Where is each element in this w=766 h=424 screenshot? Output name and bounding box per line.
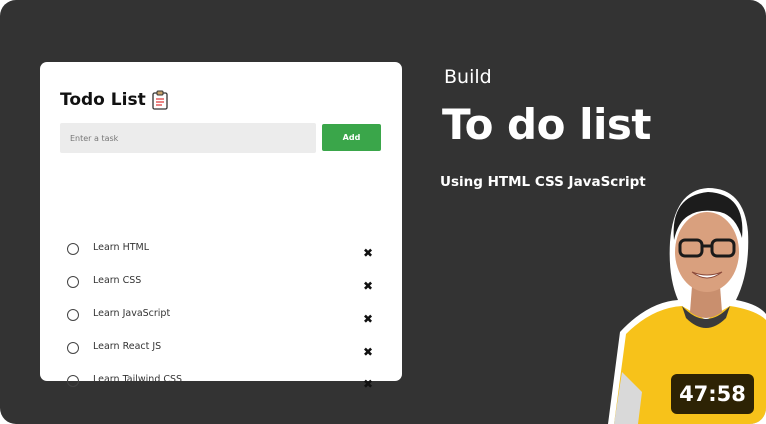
todo-item[interactable]: Learn JavaScript ✖	[67, 307, 377, 325]
todo-checkbox[interactable]	[67, 342, 79, 354]
todo-item[interactable]: Learn CSS ✖	[67, 274, 377, 292]
todo-checkbox[interactable]	[67, 243, 79, 255]
todo-label: Learn CSS	[93, 275, 142, 286]
todo-label: Learn Tailwind CSS	[93, 374, 183, 385]
build-label: Build	[444, 66, 492, 88]
todo-checkbox[interactable]	[67, 276, 79, 288]
todo-label: Learn HTML	[93, 242, 150, 253]
todo-checkbox[interactable]	[67, 309, 79, 321]
todo-item[interactable]: Learn HTML ✖	[67, 241, 377, 259]
todo-list: Learn HTML ✖ Learn CSS ✖ Learn JavaScrip…	[40, 62, 402, 390]
todo-item[interactable]: Learn Tailwind CSS ✖	[67, 373, 377, 391]
delete-icon[interactable]: ✖	[362, 247, 374, 259]
todo-card: Todo List Add Learn HTML ✖ Le	[40, 62, 402, 390]
video-duration-badge: 47:58	[671, 374, 754, 414]
headline-title: To do list	[442, 100, 651, 149]
delete-icon[interactable]: ✖	[362, 346, 374, 358]
todo-label: Learn JavaScript	[93, 308, 171, 319]
todo-item[interactable]: Learn React JS ✖	[67, 340, 377, 358]
delete-icon[interactable]: ✖	[362, 280, 374, 292]
delete-icon[interactable]: ✖	[362, 378, 374, 390]
delete-icon[interactable]: ✖	[362, 313, 374, 325]
todo-checkbox[interactable]	[67, 375, 79, 387]
video-thumbnail[interactable]: Todo List Add Learn HTML ✖ Le	[0, 0, 766, 424]
todo-label: Learn React JS	[93, 341, 162, 352]
